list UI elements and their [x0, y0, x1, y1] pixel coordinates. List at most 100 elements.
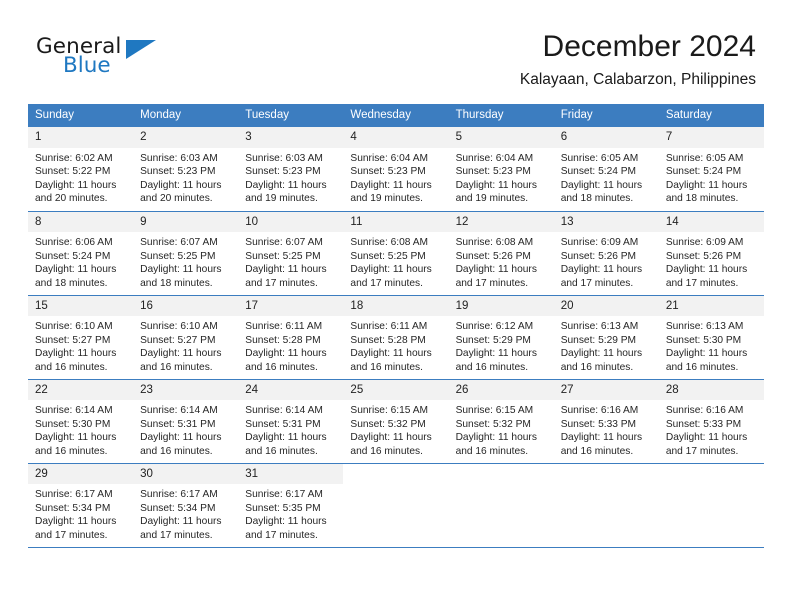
- calendar-week-row: 29 Sunrise: 6:17 AM Sunset: 5:34 PM Dayligh…: [28, 462, 764, 547]
- calendar-day-cell[interactable]: 21 Sunrise: 6:13 AM Sunset: 5:30 PM Dayligh…: [658, 294, 764, 379]
- calendar-day-cell[interactable]: 23 Sunrise: 6:14 AM Sunset: 5:31 PM Dayligh…: [133, 378, 239, 463]
- day-number: 23: [133, 379, 239, 401]
- calendar-day-cell[interactable]: 26 Sunrise: 6:15 AM Sunset: 5:32 PM Dayligh…: [448, 378, 554, 463]
- day-daylight1-text: Daylight: 11 hours: [35, 179, 117, 191]
- day-details: Sunrise: 6:14 AM Sunset: 5:31 PM Daylight:…: [133, 400, 238, 458]
- calendar-day-cell[interactable]: 31 Sunrise: 6:17 AM Sunset: 5:35 PM Dayligh…: [238, 462, 344, 547]
- day-sunrise-text: Sunrise: 6:16 AM: [665, 405, 744, 417]
- calendar-day-cell[interactable]: 17 Sunrise: 6:11 AM Sunset: 5:28 PM Dayligh…: [238, 294, 344, 379]
- day-daylight1-text: Daylight: 11 hours: [665, 348, 748, 360]
- calendar-day-cell[interactable]: 4 Sunrise: 6:04 AM Sunset: 5:23 PM Daylight…: [343, 127, 449, 211]
- day-details: Sunrise: 6:17 AM Sunset: 5:34 PM Daylight:…: [133, 484, 238, 542]
- day-sunrise-text: Sunrise: 6:06 AM: [35, 237, 113, 249]
- calendar-day-cell[interactable]: 27 Sunrise: 6:16 AM Sunset: 5:33 PM Dayligh…: [553, 378, 659, 463]
- day-daylight1-text: Daylight: 11 hours: [245, 516, 327, 528]
- day-number: 13: [553, 211, 659, 233]
- day-daylight2-text: and 19 minutes.: [455, 193, 529, 205]
- calendar-day-cell[interactable]: 20 Sunrise: 6:13 AM Sunset: 5:29 PM Dayligh…: [553, 294, 659, 379]
- day-number: 19: [448, 295, 554, 317]
- title-block: December 2024 Kalayaan, Calabarzon, Phil…: [520, 30, 756, 89]
- day-details: Sunrise: 6:07 AM Sunset: 5:25 PM Daylight:…: [238, 232, 343, 290]
- calendar-day-cell[interactable]: 8 Sunrise: 6:06 AM Sunset: 5:24 PM Daylight…: [28, 210, 134, 295]
- day-daylight2-text: and 16 minutes.: [560, 445, 634, 457]
- day-daylight1-text: Daylight: 11 hours: [140, 348, 222, 360]
- day-sunrise-text: Sunrise: 6:09 AM: [665, 237, 744, 249]
- day-number: [554, 464, 659, 484]
- day-details: Sunrise: 6:04 AM Sunset: 5:23 PM Daylight:…: [449, 148, 554, 206]
- day-sunset-text: Sunset: 5:29 PM: [560, 334, 637, 346]
- calendar-day-cell[interactable]: 24 Sunrise: 6:14 AM Sunset: 5:31 PM Dayligh…: [238, 378, 344, 463]
- day-sunset-text: Sunset: 5:23 PM: [455, 166, 531, 178]
- calendar-day-cell[interactable]: 18 Sunrise: 6:11 AM Sunset: 5:28 PM Dayligh…: [343, 294, 449, 379]
- day-number: 8: [28, 211, 134, 233]
- day-daylight2-text: and 17 minutes.: [665, 277, 739, 289]
- weekday-header-saturday: Saturday: [658, 104, 764, 127]
- day-sunset-text: Sunset: 5:25 PM: [140, 250, 216, 262]
- day-daylight1-text: Daylight: 11 hours: [455, 179, 537, 191]
- logo-text-blue: Blue: [63, 53, 111, 78]
- weekday-header-monday: Monday: [133, 104, 239, 127]
- day-number: 12: [448, 211, 554, 233]
- day-details: Sunrise: 6:13 AM Sunset: 5:30 PM Daylight:…: [659, 316, 764, 374]
- calendar-day-cell[interactable]: 29 Sunrise: 6:17 AM Sunset: 5:34 PM Dayligh…: [28, 462, 134, 547]
- calendar-day-cell[interactable]: 5 Sunrise: 6:04 AM Sunset: 5:23 PM Daylight…: [448, 127, 554, 211]
- calendar-day-cell[interactable]: 16 Sunrise: 6:10 AM Sunset: 5:27 PM Dayligh…: [133, 294, 239, 379]
- calendar-day-cell[interactable]: 28 Sunrise: 6:16 AM Sunset: 5:33 PM Dayligh…: [658, 378, 764, 463]
- day-daylight1-text: Daylight: 11 hours: [35, 516, 117, 528]
- day-sunset-text: Sunset: 5:27 PM: [140, 334, 216, 346]
- day-details: Sunrise: 6:10 AM Sunset: 5:27 PM Daylight:…: [28, 316, 133, 374]
- day-number: 17: [238, 295, 344, 317]
- day-sunrise-text: Sunrise: 6:07 AM: [245, 237, 323, 249]
- day-daylight2-text: and 16 minutes.: [665, 361, 739, 373]
- day-daylight1-text: Daylight: 11 hours: [35, 264, 117, 276]
- calendar-day-cell[interactable]: 12 Sunrise: 6:08 AM Sunset: 5:26 PM Dayligh…: [448, 210, 554, 295]
- calendar-day-cell[interactable]: 22 Sunrise: 6:14 AM Sunset: 5:30 PM Dayligh…: [28, 378, 134, 463]
- day-sunset-text: Sunset: 5:31 PM: [140, 418, 216, 430]
- calendar-day-cell[interactable]: 10 Sunrise: 6:07 AM Sunset: 5:25 PM Dayligh…: [238, 210, 344, 295]
- calendar-day-cell[interactable]: 13 Sunrise: 6:09 AM Sunset: 5:26 PM Dayligh…: [553, 210, 659, 295]
- calendar-day-cell[interactable]: 3 Sunrise: 6:03 AM Sunset: 5:23 PM Daylight…: [238, 127, 344, 211]
- calendar-day-cell[interactable]: 19 Sunrise: 6:12 AM Sunset: 5:29 PM Dayligh…: [448, 294, 554, 379]
- day-daylight1-text: Daylight: 11 hours: [245, 348, 327, 360]
- day-sunset-text: Sunset: 5:25 PM: [350, 250, 426, 262]
- weekday-header-thursday: Thursday: [448, 104, 554, 127]
- day-details: Sunrise: 6:03 AM Sunset: 5:23 PM Daylight:…: [238, 148, 343, 206]
- general-blue-logo[interactable]: General Blue: [36, 36, 236, 88]
- calendar-day-cell[interactable]: 1 Sunrise: 6:02 AM Sunset: 5:22 PM Daylight…: [28, 127, 134, 211]
- calendar-day-cell[interactable]: 6 Sunrise: 6:05 AM Sunset: 5:24 PM Daylight…: [553, 127, 659, 211]
- day-daylight1-text: Daylight: 11 hours: [350, 264, 432, 276]
- day-number: 24: [238, 379, 344, 401]
- calendar-day-cell[interactable]: 2 Sunrise: 6:03 AM Sunset: 5:23 PM Daylight…: [133, 127, 239, 211]
- day-sunrise-text: Sunrise: 6:08 AM: [455, 237, 534, 249]
- calendar-day-cell[interactable]: 14 Sunrise: 6:09 AM Sunset: 5:26 PM Dayligh…: [658, 210, 764, 295]
- day-sunset-text: Sunset: 5:23 PM: [350, 166, 426, 178]
- day-sunrise-text: Sunrise: 6:07 AM: [140, 237, 218, 249]
- calendar-day-cell[interactable]: 30 Sunrise: 6:17 AM Sunset: 5:34 PM Dayligh…: [133, 462, 239, 547]
- calendar-week-row: 1 Sunrise: 6:02 AM Sunset: 5:22 PM Daylight…: [28, 127, 764, 211]
- day-daylight2-text: and 16 minutes.: [455, 361, 529, 373]
- calendar-day-cell[interactable]: 9 Sunrise: 6:07 AM Sunset: 5:25 PM Daylight…: [133, 210, 239, 295]
- day-details: Sunrise: 6:16 AM Sunset: 5:33 PM Daylight:…: [554, 400, 659, 458]
- calendar-day-cell[interactable]: 25 Sunrise: 6:15 AM Sunset: 5:32 PM Dayligh…: [343, 378, 449, 463]
- calendar-page: General Blue December 2024 Kalayaan, Cal…: [0, 0, 792, 612]
- day-daylight2-text: and 17 minutes.: [560, 277, 634, 289]
- day-daylight1-text: Daylight: 11 hours: [140, 432, 222, 444]
- day-sunrise-text: Sunrise: 6:15 AM: [455, 405, 534, 417]
- day-sunrise-text: Sunrise: 6:11 AM: [245, 321, 323, 333]
- day-number: 10: [238, 211, 344, 233]
- day-sunset-text: Sunset: 5:33 PM: [560, 418, 637, 430]
- day-daylight2-text: and 16 minutes.: [245, 361, 318, 373]
- calendar-day-cell[interactable]: 11 Sunrise: 6:08 AM Sunset: 5:25 PM Dayligh…: [343, 210, 449, 295]
- day-sunset-text: Sunset: 5:23 PM: [140, 166, 216, 178]
- calendar-day-cell-empty: [343, 462, 449, 547]
- page-header: General Blue December 2024 Kalayaan, Cal…: [0, 0, 792, 100]
- triangle-icon: [126, 40, 156, 59]
- calendar-day-cell[interactable]: 15 Sunrise: 6:10 AM Sunset: 5:27 PM Dayligh…: [28, 294, 134, 379]
- day-number: 5: [448, 127, 554, 148]
- day-daylight1-text: Daylight: 11 hours: [455, 348, 537, 360]
- day-details: Sunrise: 6:08 AM Sunset: 5:26 PM Daylight:…: [449, 232, 554, 290]
- day-number: 1: [28, 127, 134, 148]
- day-details: Sunrise: 6:10 AM Sunset: 5:27 PM Daylight:…: [133, 316, 238, 374]
- day-details: Sunrise: 6:09 AM Sunset: 5:26 PM Daylight:…: [554, 232, 659, 290]
- calendar-day-cell[interactable]: 7 Sunrise: 6:05 AM Sunset: 5:24 PM Daylight…: [658, 127, 764, 211]
